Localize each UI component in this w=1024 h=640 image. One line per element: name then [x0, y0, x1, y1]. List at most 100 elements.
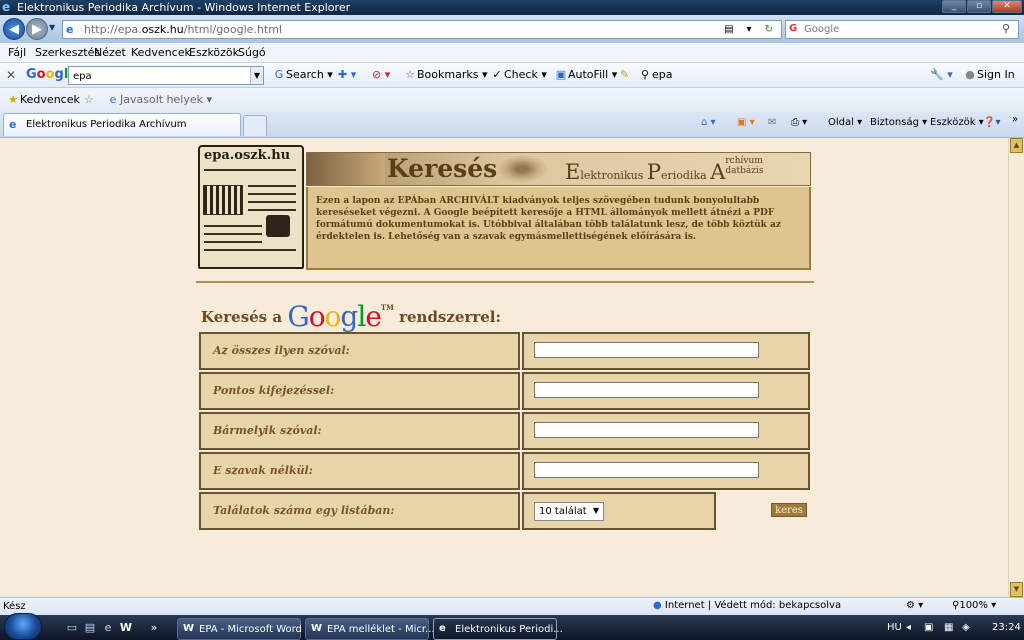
- field-label-cell: E szavak nélkül:: [199, 452, 520, 490]
- scroll-down-icon[interactable]: ▼: [1010, 582, 1023, 597]
- back-button[interactable]: ◀: [3, 18, 25, 40]
- header-divider: [196, 281, 814, 283]
- page-menu[interactable]: Oldal ▾: [828, 117, 862, 128]
- quick-launch-icon[interactable]: ▤: [83, 621, 97, 635]
- exact-phrase-input[interactable]: [534, 382, 759, 398]
- book-line: [248, 209, 296, 211]
- tools-menu[interactable]: Eszközök ▾: [930, 117, 984, 128]
- ie-icon: e: [439, 623, 446, 634]
- tab-active[interactable]: e Elektronikus Periodika Archívum: [3, 113, 241, 136]
- find-term-button[interactable]: ⚲ epa: [638, 68, 673, 81]
- spellcheck-icon: ✓: [492, 68, 502, 81]
- google-logo: Google: [287, 300, 382, 333]
- tray-security-icon[interactable]: ▦: [944, 622, 953, 633]
- tray-arrow-icon[interactable]: ◂: [906, 622, 911, 633]
- add-button-icon[interactable]: ✚ ▾: [338, 68, 356, 81]
- language-indicator[interactable]: HU: [887, 622, 902, 633]
- query-dropdown-icon[interactable]: ▼: [250, 67, 263, 84]
- form-title: Keresés a GoogleTM rendszerrel:: [201, 300, 501, 333]
- exact-phrase-label: Pontos kifejezéssel:: [213, 384, 335, 397]
- popup-blocker-icon[interactable]: ⊘ ▾: [372, 68, 390, 81]
- zoom-control[interactable]: ⚲100% ▾: [952, 600, 996, 611]
- refresh-icon[interactable]: ↻: [761, 22, 777, 37]
- forward-button[interactable]: ▶: [26, 18, 48, 40]
- without-words-input[interactable]: [534, 462, 759, 478]
- all-words-input[interactable]: [534, 342, 759, 358]
- wrench-settings-icon[interactable]: 🔧 ▾: [930, 68, 953, 81]
- results-count-select[interactable]: 10 találat ▼: [534, 502, 604, 521]
- taskbar-item-active[interactable]: e Elektronikus Periodi...: [433, 618, 563, 640]
- highlighter-icon[interactable]: ✎: [620, 68, 629, 81]
- page-favicon-icon: e: [66, 23, 74, 36]
- close-window-button[interactable]: ✕: [992, 0, 1022, 13]
- google-search-button[interactable]: G Search ▾: [272, 68, 333, 81]
- find-icon: ⚲: [640, 68, 650, 81]
- word-doc-icon: W: [311, 623, 323, 634]
- protected-mode-icon[interactable]: ⚙ ▾: [906, 600, 923, 611]
- menu-edit[interactable]: Szerkesztés: [35, 46, 100, 59]
- show-desktop-icon[interactable]: ▭: [65, 621, 79, 635]
- start-button[interactable]: [4, 613, 42, 640]
- home-icon[interactable]: ⌂ ▾: [701, 117, 716, 128]
- browser-search-input[interactable]: [804, 22, 994, 37]
- menu-file[interactable]: Fájl: [8, 46, 26, 59]
- toolbar-overflow-icon[interactable]: »: [1012, 114, 1018, 125]
- address-bar[interactable]: e http://epa.oszk.hu/html/google.html ▤ …: [62, 20, 793, 39]
- menu-view[interactable]: Nézet: [94, 46, 126, 59]
- clock[interactable]: 23:24: [992, 622, 1021, 633]
- print-icon[interactable]: ⎙ ▾: [791, 117, 807, 128]
- vertical-scrollbar[interactable]: ▲ ▼: [1008, 138, 1024, 597]
- book-line: [204, 169, 296, 171]
- quick-launch-overflow-icon[interactable]: »: [147, 621, 161, 635]
- google-toolbar-query[interactable]: ▼: [68, 66, 264, 85]
- taskbar-item[interactable]: W EPA melléklet - Micr...: [305, 618, 435, 640]
- help-icon[interactable]: ❓▾: [983, 117, 1000, 128]
- security-zone[interactable]: ● Internet | Védett mód: bekapcsolva: [653, 600, 841, 611]
- minimize-button[interactable]: _: [942, 0, 966, 13]
- scroll-up-icon[interactable]: ▲: [1010, 138, 1023, 153]
- globe-icon: ●: [653, 600, 662, 611]
- suggested-sites-button[interactable]: e Javasolt helyek ▾: [106, 93, 212, 106]
- epa-book-logo[interactable]: epa.oszk.hu: [198, 145, 304, 269]
- bookmarks-button[interactable]: ☆ Bookmarks ▾: [403, 68, 487, 81]
- taskbar-item[interactable]: W EPA - Microsoft Word: [177, 618, 302, 640]
- search-go-icon[interactable]: ⚲: [1002, 22, 1010, 35]
- taskbar-item-label: EPA - Microsoft Word: [199, 624, 302, 635]
- maximize-button[interactable]: ▫: [967, 0, 991, 13]
- taskbar-item-label: EPA melléklet - Micr...: [327, 624, 435, 635]
- field-input-cell: [522, 412, 810, 450]
- add-favorite-icon[interactable]: ☆: [84, 93, 94, 106]
- search-submit-button[interactable]: keres: [771, 503, 807, 517]
- menu-favorites[interactable]: Kedvencek: [131, 46, 191, 59]
- menu-help[interactable]: Súgó: [238, 46, 266, 59]
- autofill-icon: ▣: [555, 68, 567, 81]
- word-quick-launch-icon[interactable]: W: [119, 621, 133, 635]
- favorites-button[interactable]: ★ Kedvencek: [6, 93, 80, 106]
- ie-icon: e: [2, 0, 11, 14]
- compatibility-icon[interactable]: ▤: [721, 22, 737, 37]
- browser-search-box[interactable]: G ⚲: [785, 20, 1019, 39]
- any-word-input[interactable]: [534, 422, 759, 438]
- close-toolbar-icon[interactable]: ✕: [6, 68, 16, 82]
- field-label-cell: Az összes ilyen szóval:: [199, 332, 520, 370]
- book-line: [248, 201, 296, 203]
- tab-favicon-icon: e: [9, 118, 17, 131]
- tray-volume-icon[interactable]: ◈: [962, 622, 970, 633]
- safety-menu[interactable]: Biztonság ▾: [870, 117, 927, 128]
- feeds-icon[interactable]: ▣ ▾: [737, 117, 755, 128]
- history-dropdown-icon[interactable]: ▼: [49, 23, 55, 32]
- ie-quick-launch-icon[interactable]: e: [101, 621, 115, 635]
- tray-network-icon[interactable]: ▣: [924, 622, 933, 633]
- menu-tools[interactable]: Eszközök: [189, 46, 239, 59]
- spellcheck-button[interactable]: ✓ Check ▾: [490, 68, 546, 81]
- book-line: [204, 249, 296, 251]
- google-query-input[interactable]: [73, 69, 245, 83]
- google-search-icon: G: [274, 68, 284, 81]
- autofill-button[interactable]: ▣ AutoFill ▾: [554, 68, 617, 81]
- mail-icon[interactable]: ✉: [768, 117, 776, 128]
- address-url[interactable]: http://epa.oszk.hu/html/google.html: [84, 23, 282, 36]
- window-title-bar: e Elektronikus Periodika Archívum - Wind…: [0, 0, 1024, 15]
- address-dropdown-icon[interactable]: ▾: [741, 22, 757, 37]
- new-tab-button[interactable]: [243, 115, 267, 136]
- sign-in-button[interactable]: ● Sign In: [963, 68, 1015, 81]
